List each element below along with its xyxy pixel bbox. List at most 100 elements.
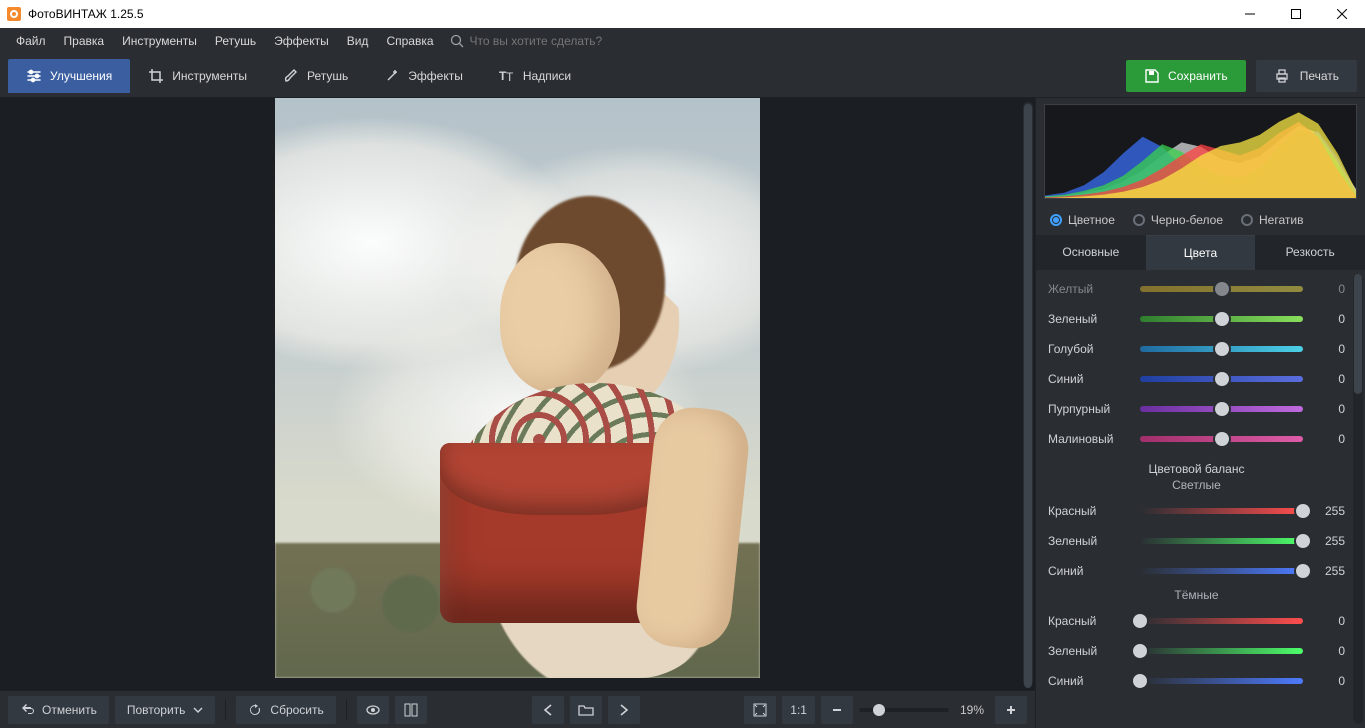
balance-dark-blue-row: Синий0 (1048, 666, 1345, 696)
balance-light-red-value: 255 (1311, 504, 1345, 518)
panel-tab-colors[interactable]: Цвета (1146, 235, 1256, 270)
hue-magenta-value: 0 (1311, 432, 1345, 446)
tab-retouch-label: Ретушь (307, 69, 348, 83)
print-label: Печать (1300, 69, 1339, 83)
redo-button[interactable]: Повторить (115, 696, 216, 724)
hue-purple-row: Пурпурный0 (1048, 394, 1345, 424)
panel-tabs: Основные Цвета Резкость (1036, 235, 1365, 270)
menu-view[interactable]: Вид (339, 30, 377, 52)
sliders-area: Желтый0Зеленый0Голубой0Синий0Пурпурный0М… (1036, 270, 1365, 728)
mode-negative-radio[interactable]: Негатив (1241, 213, 1303, 227)
open-folder-button[interactable] (570, 696, 602, 724)
hue-blue-slider[interactable] (1140, 376, 1303, 382)
hue-cyan-slider[interactable] (1140, 346, 1303, 352)
menu-tools[interactable]: Инструменты (114, 30, 205, 52)
balance-light-red-slider[interactable] (1140, 508, 1303, 514)
mode-color-radio[interactable]: Цветное (1050, 213, 1115, 227)
hue-yellow-slider[interactable] (1140, 286, 1303, 292)
sliders-icon (26, 68, 42, 84)
hue-purple-slider[interactable] (1140, 406, 1303, 412)
window-close-button[interactable] (1319, 0, 1365, 28)
svg-text:T: T (506, 70, 514, 84)
app-body: Файл Правка Инструменты Ретушь Эффекты В… (0, 28, 1365, 728)
right-panel: Цветное Черно-белое Негатив Основные Цве… (1035, 98, 1365, 728)
chevron-down-icon (193, 705, 203, 715)
balance-light-blue-slider[interactable] (1140, 568, 1303, 574)
preview-eye-button[interactable] (357, 696, 389, 724)
balance-dark-red-slider[interactable] (1140, 618, 1303, 624)
menu-effects[interactable]: Эффекты (266, 30, 337, 52)
balance-dark-title: Тёмные (1048, 588, 1345, 602)
balance-light-blue-row: Синий255 (1048, 556, 1345, 586)
canvas-vertical-scrollbar[interactable] (1023, 102, 1033, 686)
balance-dark-green-slider[interactable] (1140, 648, 1303, 654)
canvas-zone: Отменить Повторить Сбросить (0, 98, 1035, 728)
redo-label: Повторить (127, 703, 186, 717)
actual-size-button[interactable]: 1:1 (782, 696, 815, 724)
hue-blue-label: Синий (1048, 372, 1132, 386)
hue-green-label: Зеленый (1048, 312, 1132, 326)
panel-vertical-scrollbar[interactable] (1353, 274, 1363, 724)
balance-dark-green-row: Зеленый0 (1048, 636, 1345, 666)
menu-help[interactable]: Справка (378, 30, 441, 52)
crop-icon (148, 68, 164, 84)
photo-canvas (275, 98, 760, 678)
compare-button[interactable] (395, 696, 427, 724)
panel-tab-sharpness[interactable]: Резкость (1255, 235, 1365, 270)
text-icon: TT (499, 68, 515, 84)
command-search (450, 34, 650, 48)
canvas-holder[interactable] (0, 98, 1035, 690)
menu-edit[interactable]: Правка (56, 30, 113, 52)
balance-light-green-row: Зеленый255 (1048, 526, 1345, 556)
panel-tab-basic[interactable]: Основные (1036, 235, 1146, 270)
zoom-in-button[interactable] (995, 696, 1027, 724)
tab-retouch[interactable]: Ретушь (265, 59, 366, 93)
reset-button[interactable]: Сбросить (236, 696, 335, 724)
save-button[interactable]: Сохранить (1126, 60, 1246, 92)
save-label: Сохранить (1168, 69, 1228, 83)
balance-light-green-slider[interactable] (1140, 538, 1303, 544)
tab-enhance-label: Улучшения (50, 69, 112, 83)
hue-magenta-slider[interactable] (1140, 436, 1303, 442)
tab-tools[interactable]: Инструменты (130, 59, 265, 93)
print-button[interactable]: Печать (1256, 60, 1357, 92)
undo-label: Отменить (42, 703, 97, 717)
reset-icon (248, 703, 262, 717)
hue-green-slider[interactable] (1140, 316, 1303, 322)
balance-dark-red-label: Красный (1048, 614, 1132, 628)
menu-retouch[interactable]: Ретушь (207, 30, 264, 52)
hue-cyan-value: 0 (1311, 342, 1345, 356)
hue-yellow-value: 0 (1311, 282, 1345, 296)
fit-screen-button[interactable] (744, 696, 776, 724)
mode-bw-radio[interactable]: Черно-белое (1133, 213, 1223, 227)
tab-text[interactable]: TT Надписи (481, 59, 589, 93)
zoom-out-button[interactable] (821, 696, 853, 724)
undo-button[interactable]: Отменить (8, 696, 109, 724)
command-search-input[interactable] (470, 34, 650, 48)
balance-light-blue-label: Синий (1048, 564, 1132, 578)
app-icon (6, 6, 22, 22)
balance-light-title: Светлые (1048, 478, 1345, 492)
tab-effects[interactable]: Эффекты (366, 59, 481, 93)
window-maximize-button[interactable] (1273, 0, 1319, 28)
tab-effects-label: Эффекты (408, 69, 463, 83)
mode-negative-label: Негатив (1259, 213, 1303, 227)
hue-blue-row: Синий 0 (1048, 364, 1345, 394)
tab-text-label: Надписи (523, 69, 571, 83)
tab-enhance[interactable]: Улучшения (8, 59, 130, 93)
window-minimize-button[interactable] (1227, 0, 1273, 28)
balance-dark-blue-label: Синий (1048, 674, 1132, 688)
balance-dark-blue-slider[interactable] (1140, 678, 1303, 684)
menubar: Файл Правка Инструменты Ретушь Эффекты В… (0, 28, 1365, 54)
save-icon (1144, 68, 1160, 84)
menu-file[interactable]: Файл (8, 30, 54, 52)
mode-color-label: Цветное (1068, 213, 1115, 227)
prev-image-button[interactable] (532, 696, 564, 724)
hue-cyan-label: Голубой (1048, 342, 1132, 356)
balance-light-red-label: Красный (1048, 504, 1132, 518)
hue-blue-value: 0 (1311, 372, 1345, 386)
zoom-slider[interactable] (859, 708, 949, 712)
next-image-button[interactable] (608, 696, 640, 724)
balance-light-green-value: 255 (1311, 534, 1345, 548)
balance-dark-red-value: 0 (1311, 614, 1345, 628)
